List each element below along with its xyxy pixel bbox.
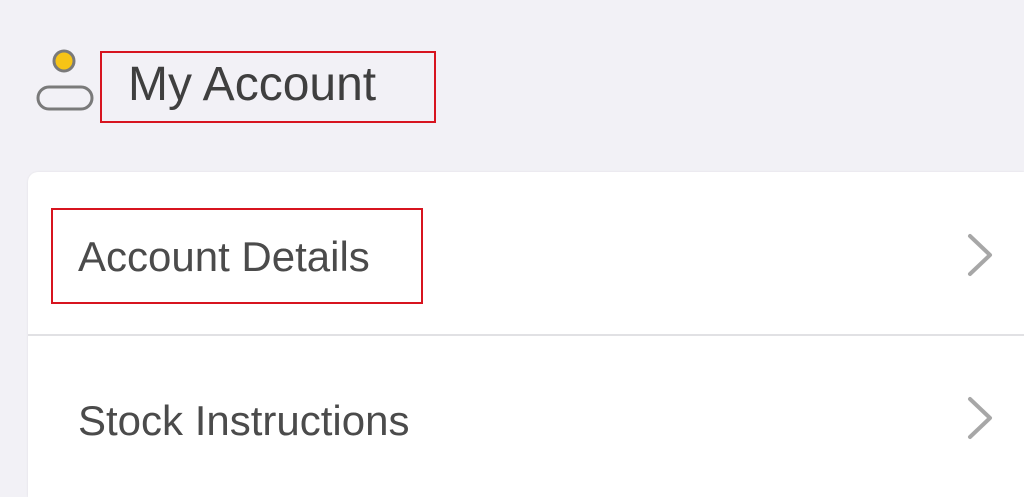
menu-item-account-details[interactable]: Account Details xyxy=(28,172,1024,334)
menu-item-stock-instructions[interactable]: Stock Instructions xyxy=(28,336,1024,497)
menu-item-label: Account Details xyxy=(78,233,370,280)
page-title: My Account xyxy=(128,58,377,111)
my-account-header: My Account xyxy=(0,0,1024,172)
user-account-icon xyxy=(36,49,94,111)
menu-item-label: Stock Instructions xyxy=(78,397,410,444)
chevron-right-icon xyxy=(968,397,992,439)
chevron-right-icon xyxy=(968,234,992,276)
account-menu-card: Account Details Stock Instructions xyxy=(28,172,1024,497)
